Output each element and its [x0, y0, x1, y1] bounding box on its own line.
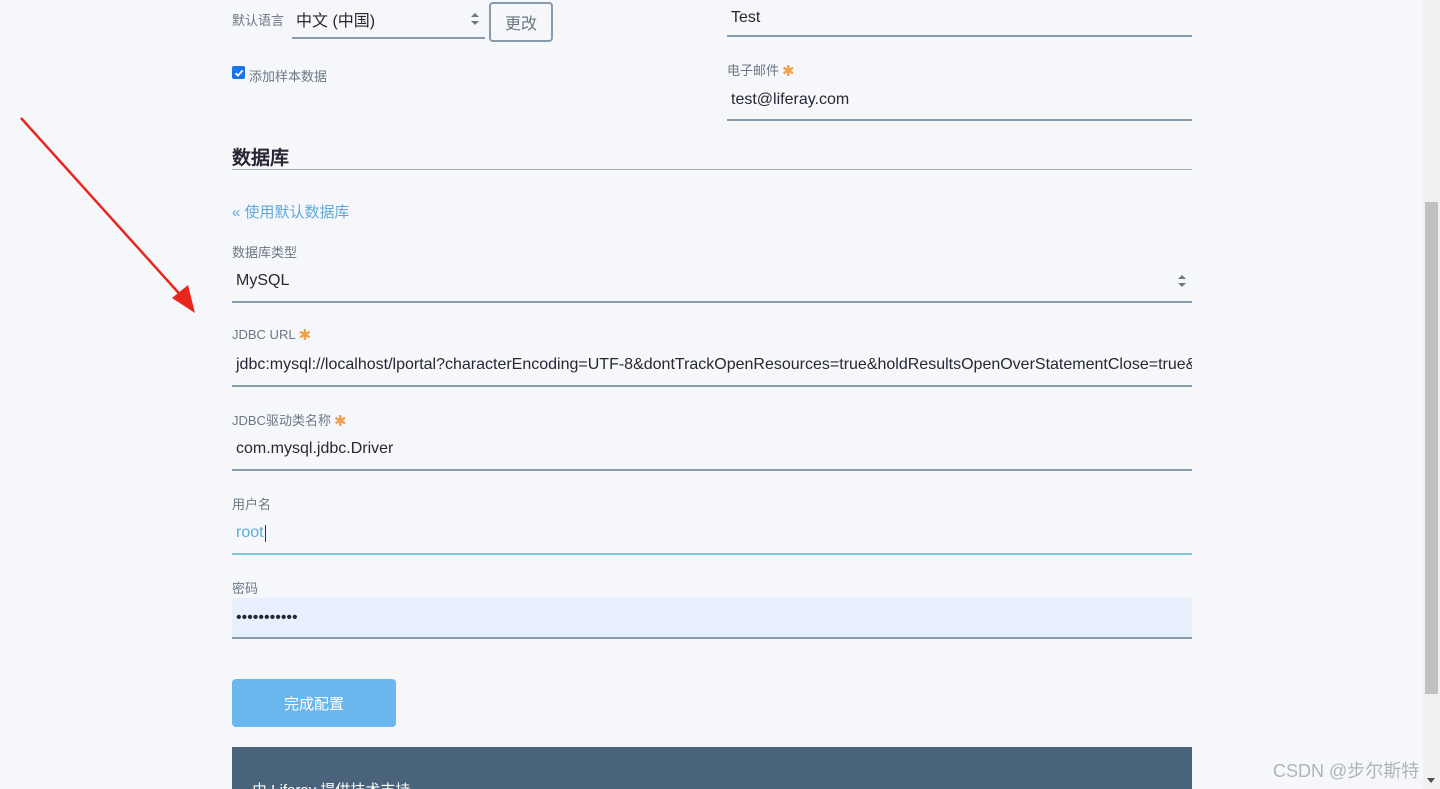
database-section-title: 数据库 — [232, 148, 290, 169]
required-icon: ✱ — [298, 327, 312, 344]
jdbc-driver-label-text: JDBC驱动类名称 — [232, 413, 331, 428]
jdbc-url-value: jdbc:mysql://localhost/lportal?character… — [236, 356, 1192, 373]
email-field[interactable]: test@liferay.com — [727, 80, 1192, 121]
database-type-label: 数据库类型 — [232, 245, 298, 260]
password-field[interactable]: ••••••••••• — [232, 598, 1192, 639]
jdbc-driver-field[interactable]: com.mysql.jdbc.Driver — [232, 429, 1192, 471]
default-language-label: 默认语言 — [232, 13, 285, 28]
sample-data-label: 添加样本数据 — [249, 69, 328, 84]
change-language-button[interactable]: 更改 — [489, 2, 553, 42]
jdbc-url-field[interactable]: jdbc:mysql://localhost/lportal?character… — [232, 345, 1192, 387]
username-field[interactable]: root — [232, 513, 1192, 555]
email-label: 电子邮件 ✱ — [727, 60, 795, 80]
footer-text: 由 Liferay 提供技术支持 — [252, 779, 410, 789]
jdbc-url-label-text: JDBC URL — [232, 327, 296, 342]
username-label: 用户名 — [232, 497, 272, 512]
language-select[interactable]: 中文 (中国) — [292, 0, 485, 39]
last-name-field[interactable]: Test — [727, 0, 1192, 37]
use-default-database-link[interactable]: « 使用默认数据库 — [232, 201, 350, 222]
section-divider — [232, 169, 1192, 170]
jdbc-driver-label: JDBC驱动类名称 ✱ — [232, 410, 347, 430]
language-select-value: 中文 (中国) — [296, 12, 376, 30]
vertical-scrollbar[interactable] — [1423, 0, 1440, 789]
setup-wizard-page: 默认语言 中文 (中国) 更改 Test 添加样本数据 电子邮件 ✱ test@l… — [0, 0, 1440, 789]
email-label-text: 电子邮件 — [727, 63, 780, 78]
select-arrows-icon — [471, 12, 479, 25]
sample-data-checkbox[interactable] — [232, 66, 245, 79]
jdbc-driver-value: com.mysql.jdbc.Driver — [236, 440, 394, 457]
footer-bar: 由 Liferay 提供技术支持 — [232, 747, 1192, 789]
scrollbar-thumb[interactable] — [1425, 202, 1438, 694]
checkmark-icon — [234, 69, 243, 77]
required-icon: ✱ — [333, 413, 347, 430]
select-arrows-icon — [1178, 274, 1186, 287]
database-type-value: MySQL — [236, 271, 290, 289]
email-value: test@liferay.com — [731, 90, 850, 108]
jdbc-url-label: JDBC URL ✱ — [232, 326, 311, 344]
required-icon: ✱ — [782, 63, 795, 80]
password-value: ••••••••••• — [236, 608, 298, 626]
text-caret — [264, 524, 266, 542]
watermark-text: CSDN @步尔斯特 — [1273, 761, 1420, 781]
username-value: root — [236, 524, 264, 541]
scroll-down-arrow-icon[interactable] — [1427, 778, 1435, 783]
password-label: 密码 — [232, 581, 259, 596]
annotation-arrow-icon — [20, 117, 195, 313]
database-type-select[interactable]: MySQL — [232, 260, 1192, 303]
finish-configuration-button[interactable]: 完成配置 — [232, 679, 396, 727]
last-name-value: Test — [731, 8, 761, 26]
